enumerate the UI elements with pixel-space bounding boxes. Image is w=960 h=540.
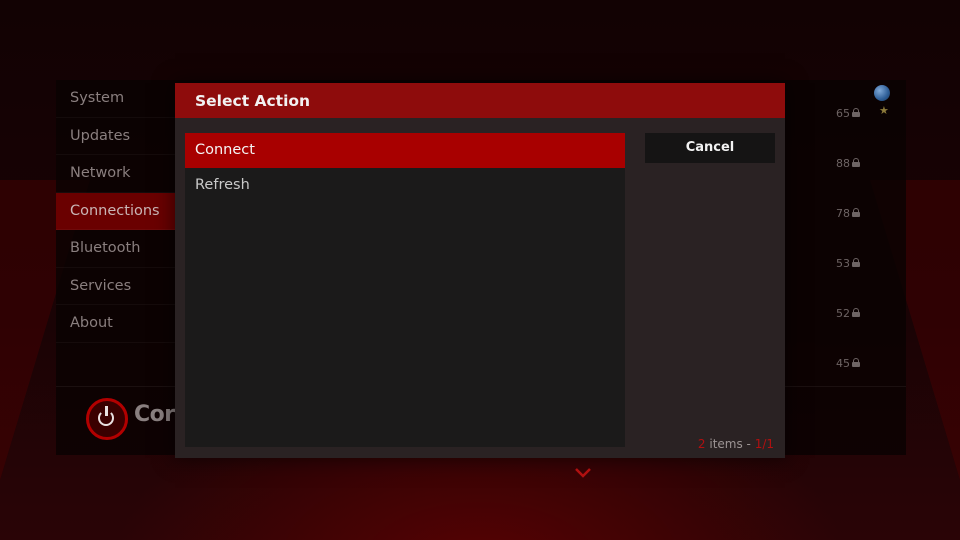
brand-logo (86, 398, 128, 440)
signal-strength: 65 (836, 107, 850, 120)
items-count-label: items - (705, 437, 755, 451)
connection-row[interactable]: 52 (816, 294, 896, 344)
lock-icon (852, 108, 860, 117)
connection-row[interactable]: 65 (816, 94, 896, 144)
action-list: Connect Refresh (185, 133, 625, 447)
connection-list: 65 88 78 53 52 45 (816, 94, 896, 394)
page-indicator: 1/1 (754, 437, 774, 451)
items-count: 2 items - 1/1 (698, 437, 774, 451)
signal-strength: 45 (836, 357, 850, 370)
chevron-down-icon[interactable] (574, 464, 592, 482)
connection-row[interactable]: 53 (816, 244, 896, 294)
signal-strength: 52 (836, 307, 850, 320)
lock-icon (852, 258, 860, 267)
lock-icon (852, 158, 860, 167)
action-item-refresh[interactable]: Refresh (185, 168, 625, 203)
lock-icon (852, 308, 860, 317)
connection-row[interactable]: 78 (816, 194, 896, 244)
power-icon-line (105, 406, 108, 416)
lock-icon (852, 208, 860, 217)
dialog-header: Select Action (175, 83, 785, 118)
signal-strength: 88 (836, 157, 850, 170)
signal-strength: 53 (836, 257, 850, 270)
action-item-connect[interactable]: Connect (185, 133, 625, 168)
items-count-number: 2 (697, 437, 706, 451)
lock-icon (852, 358, 860, 367)
dialog-title: Select Action (195, 92, 311, 110)
connection-row[interactable]: 88 (816, 144, 896, 194)
signal-strength: 78 (836, 207, 850, 220)
cancel-button[interactable]: Cancel (645, 133, 775, 163)
select-action-dialog: Select Action Connect Refresh Cancel 2 i… (175, 83, 785, 458)
